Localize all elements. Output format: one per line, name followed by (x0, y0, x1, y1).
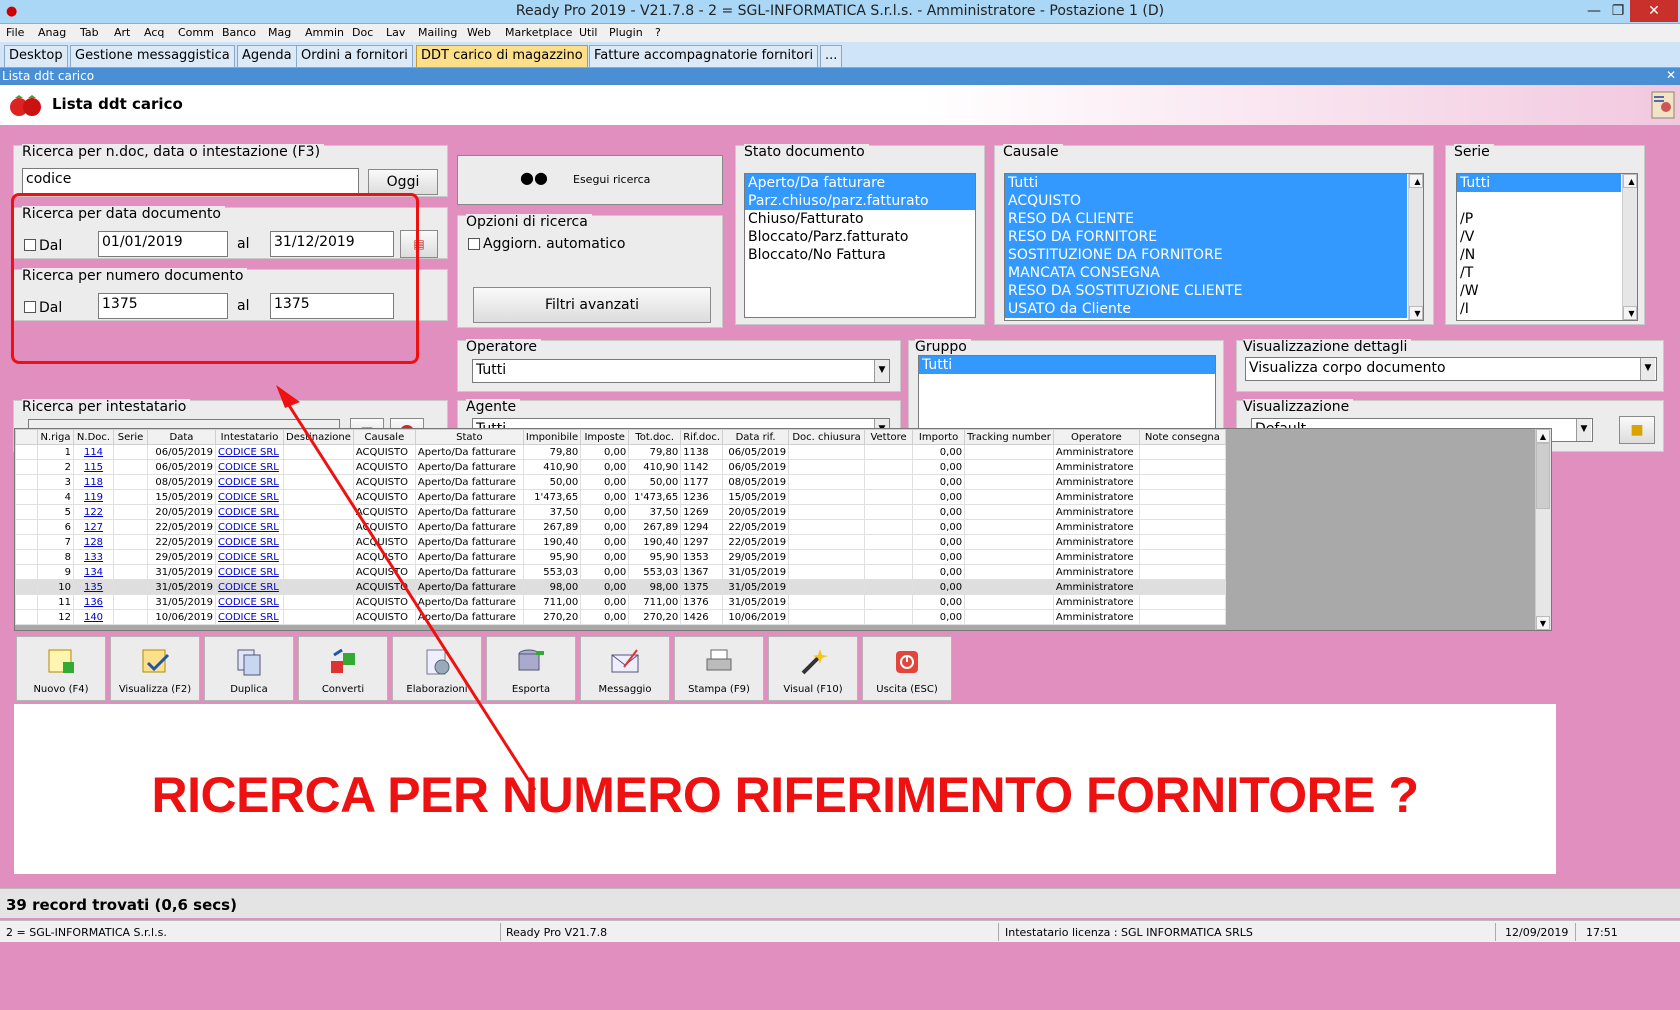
status-license: Intestatario licenza : SGL INFORMATICA S… (1005, 926, 1253, 939)
records-status: 39 record trovati (0,6 secs) (0, 888, 1680, 918)
status-company: 2 = SGL-INFORMATICA S.r.l.s. (6, 926, 167, 939)
annotation-arrow (276, 385, 537, 791)
status-bar: 2 = SGL-INFORMATICA S.r.l.s. Ready Pro V… (0, 920, 1680, 942)
status-time: 17:51 (1586, 926, 1618, 939)
status-date: 12/09/2019 (1505, 926, 1569, 939)
status-version: Ready Pro V21.7.8 (506, 926, 608, 939)
records-count: 39 record trovati (0,6 secs) (6, 896, 237, 914)
